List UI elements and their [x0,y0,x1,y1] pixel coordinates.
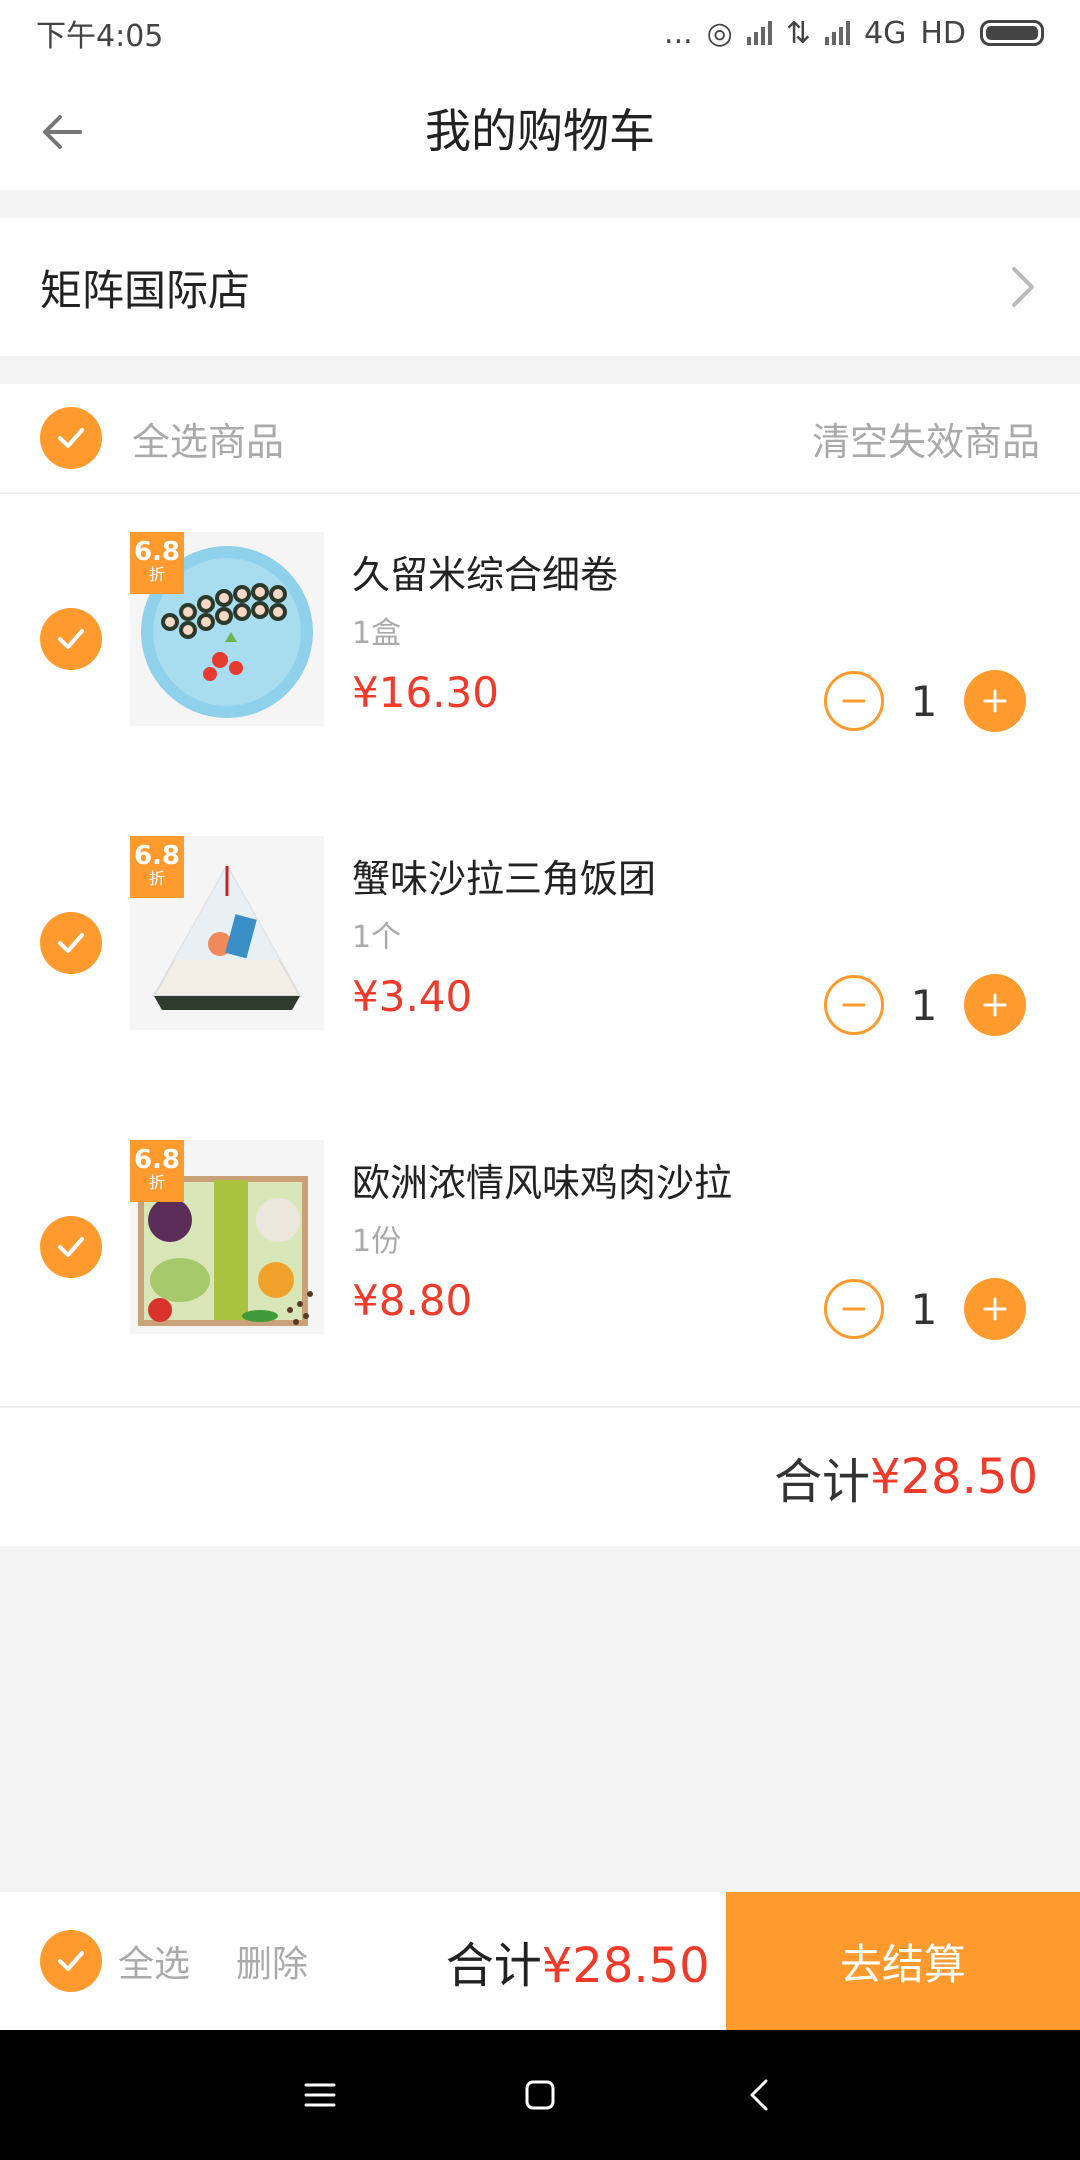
subtotal-value: ¥28.50 [870,1449,1038,1505]
decrease-button[interactable] [824,671,884,731]
signal-icon [824,21,850,45]
item-name[interactable]: 蟹味沙拉三角饭团 [352,848,656,903]
plus-icon [983,993,1007,1017]
quantity-stepper: 1 [824,670,1026,732]
store-row[interactable]: 矩阵国际店 [0,218,1080,356]
select-all-label: 全选商品 [132,419,285,464]
item-name[interactable]: 久留米综合细卷 [352,544,618,599]
minus-icon [842,699,866,703]
item-image-onigiri[interactable]: 6.8 折 [130,836,324,1030]
decrease-button[interactable] [824,1279,884,1339]
data-arrows-icon: ⇅ [785,15,811,51]
cart-items: 6.8 折 久留米综合细卷 1盒 ¥16.30 1 6.8 折 蟹味沙拉三角饭团… [0,494,1080,1402]
battery-icon [980,20,1044,46]
page-title: 我的购物车 [425,104,655,158]
item-name[interactable]: 欧洲浓情风味鸡肉沙拉 [352,1152,732,1207]
item-price: ¥16.30 [352,668,499,717]
item-checkbox[interactable] [40,912,102,974]
cart-item: 6.8 折 欧洲浓情风味鸡肉沙拉 1份 ¥8.80 1 [0,1132,1080,1340]
chevron-right-icon [1012,267,1034,307]
checkout-bar: 全选 删除 合计¥28.50 去结算 [0,1892,1080,2030]
check-icon [58,933,84,953]
checkout-button[interactable]: 去结算 [725,1892,1080,2030]
store-subtotal: 合计 ¥28.50 [0,1406,1080,1546]
item-checkbox[interactable] [40,1216,102,1278]
more-dots-icon: ... [664,15,693,51]
home-icon[interactable] [520,2075,560,2115]
discount-tag: 6.8 折 [130,532,184,594]
cart-item: 6.8 折 蟹味沙拉三角饭团 1个 ¥3.40 1 [0,828,1080,1036]
system-nav-bar [0,2030,1080,2160]
decrease-button[interactable] [824,975,884,1035]
store-name: 矩阵国际店 [40,265,251,315]
signal-icon [746,21,772,45]
footer-total-label: 合计 [445,1938,542,1994]
check-icon [58,629,84,649]
minus-icon [842,1003,866,1007]
plus-icon [983,1297,1007,1321]
discount-tag: 6.8 折 [130,836,184,898]
footer-total: 合计¥28.50 [446,1926,726,1996]
select-all-checkbox[interactable] [40,407,102,469]
back-icon[interactable] [740,2075,780,2115]
check-icon [58,1951,84,1971]
item-unit: 1盒 [352,616,402,651]
item-price: ¥8.80 [352,1276,473,1325]
nav-bar: 我的购物车 [0,66,1080,190]
item-checkbox[interactable] [40,608,102,670]
check-icon [58,428,84,448]
increase-button[interactable] [964,974,1026,1036]
item-price: ¥3.40 [352,972,473,1021]
menu-icon[interactable] [300,2075,340,2115]
plus-icon [983,689,1007,713]
discount-tag: 6.8 折 [130,1140,184,1202]
footer-total-value: ¥28.50 [541,1938,710,1994]
minus-icon [842,1307,866,1311]
status-icons: ... ◎ ⇅ 4G HD [664,16,1044,51]
quantity-value: 1 [910,980,938,1030]
item-image-chicken-salad[interactable]: 6.8 折 [130,1140,324,1334]
hd-label: HD [920,15,966,51]
quantity-stepper: 1 [824,974,1026,1036]
delete-button[interactable]: 删除 [236,1935,308,1987]
footer-select-all-checkbox[interactable] [40,1930,102,1992]
quantity-value: 1 [910,676,938,726]
hotspot-icon: ◎ [706,15,733,51]
quantity-value: 1 [910,1284,938,1334]
increase-button[interactable] [964,670,1026,732]
item-unit: 1个 [352,920,402,955]
clear-invalid-button[interactable]: 清空失效商品 [812,411,1040,466]
select-all-group[interactable]: 全选商品 [40,407,284,469]
check-icon [58,1237,84,1257]
cart-item: 6.8 折 久留米综合细卷 1盒 ¥16.30 1 [0,524,1080,732]
select-all-row: 全选商品 清空失效商品 [0,384,1080,494]
status-bar: 下午4:05 ... ◎ ⇅ 4G HD [0,0,1080,66]
increase-button[interactable] [964,1278,1026,1340]
quantity-stepper: 1 [824,1278,1026,1340]
subtotal-label: 合计 [774,1454,871,1510]
bottom-actions: 全选 删除 [0,1930,446,1992]
cart-panel: 全选商品 清空失效商品 6.8 折 久留米综合细卷 1盒 ¥16.30 1 6.… [0,384,1080,1546]
footer-select-all-label[interactable]: 全选 [118,1935,190,1987]
network-type: 4G [863,15,907,51]
item-image-sushi-rolls[interactable]: 6.8 折 [130,532,324,726]
item-unit: 1份 [352,1224,402,1259]
back-arrow-icon[interactable] [36,106,88,158]
status-time: 下午4:05 [36,19,164,54]
